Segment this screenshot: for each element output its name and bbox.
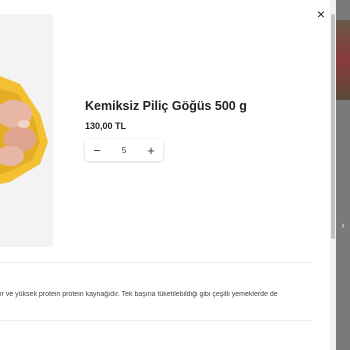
chevron-right-icon[interactable]: › bbox=[337, 218, 349, 232]
close-icon: × bbox=[316, 6, 326, 22]
product-quick-view-modal: × Kemiksiz Piliç Göğüs 500 g 130,00 TL −… bbox=[0, 0, 330, 350]
increment-button[interactable]: + bbox=[139, 139, 163, 161]
divider bbox=[0, 320, 312, 321]
product-title: Kemiksiz Piliç Göğüs 500 g bbox=[85, 99, 247, 113]
scrollbar-thumb[interactable] bbox=[331, 14, 335, 239]
backdrop-product-image bbox=[336, 20, 350, 100]
close-button[interactable]: × bbox=[311, 4, 330, 24]
decrement-button[interactable]: − bbox=[85, 139, 109, 161]
quantity-value[interactable]: 5 bbox=[109, 146, 139, 155]
minus-icon: − bbox=[93, 142, 101, 158]
product-description: ir ve yüksek protein protein kaynağıdır.… bbox=[0, 291, 278, 298]
plus-icon: + bbox=[147, 142, 155, 158]
chicken-breast-image-icon bbox=[0, 76, 48, 184]
product-image bbox=[0, 14, 53, 247]
quantity-stepper: − 5 + bbox=[85, 139, 163, 161]
divider bbox=[0, 262, 312, 263]
product-price: 130,00 TL bbox=[85, 121, 127, 131]
